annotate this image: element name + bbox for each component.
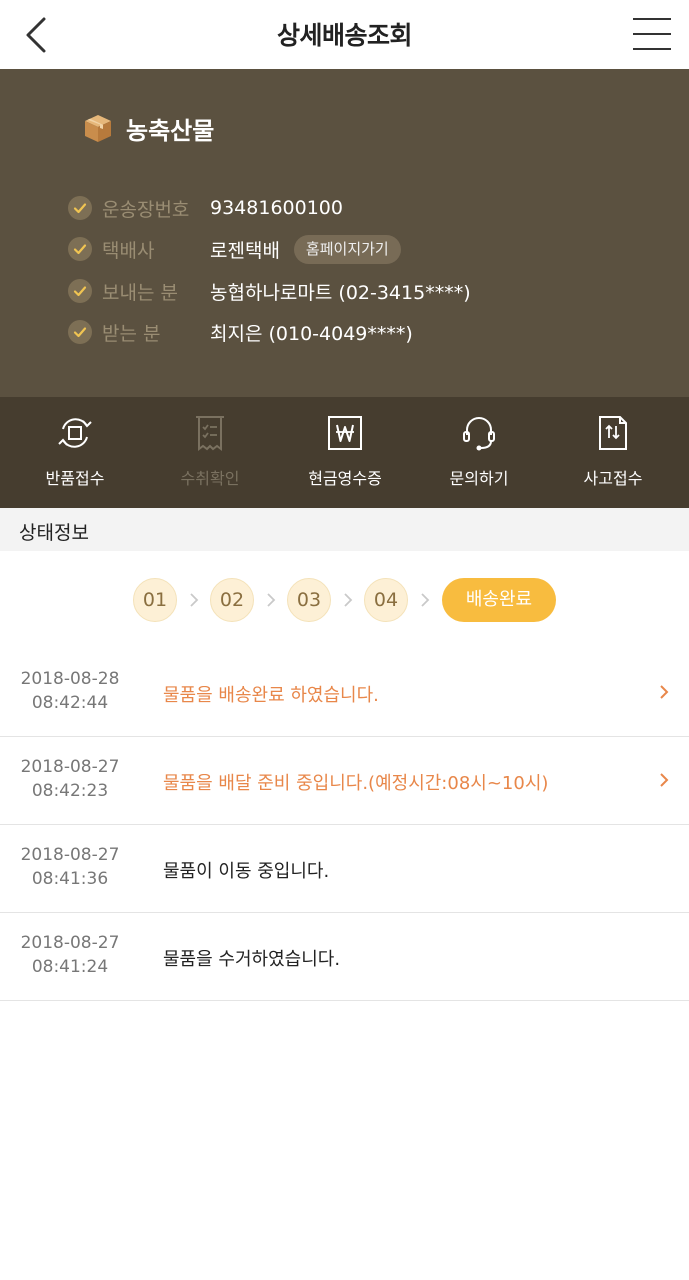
action-label: 반품접수 bbox=[45, 469, 105, 488]
action-label: 현금영수증 bbox=[308, 469, 382, 488]
tracking-row: 2018-08-27 08:41:36 물품이 이동 중입니다. bbox=[0, 825, 689, 913]
chevron-right-icon bbox=[190, 593, 199, 607]
chevron-right-icon bbox=[267, 593, 276, 607]
chevron-right-icon bbox=[421, 593, 430, 607]
headset-icon bbox=[463, 417, 495, 451]
hamburger-line bbox=[633, 33, 671, 35]
info-label: 받는 분 bbox=[102, 322, 161, 345]
info-value: 93481600100 bbox=[210, 197, 343, 219]
report-document-icon bbox=[599, 416, 627, 450]
app-header: 상세배송조회 bbox=[0, 0, 689, 69]
step-02: 02 bbox=[210, 578, 254, 622]
return-cycle-icon bbox=[58, 418, 92, 448]
hamburger-menu-icon bbox=[633, 18, 671, 20]
check-icon bbox=[68, 237, 92, 261]
tracking-time: 08:42:23 bbox=[31, 781, 109, 801]
step-01: 01 bbox=[133, 578, 177, 622]
tracking-timestamp: 2018-08-27 08:41:24 bbox=[0, 931, 140, 979]
receipt-check-icon bbox=[196, 416, 224, 451]
product-title: 농축산물 bbox=[82, 111, 214, 145]
step-04: 04 bbox=[364, 578, 408, 622]
tracking-message: 물품이 이동 중입니다. bbox=[163, 861, 330, 882]
tracking-time: 08:41:36 bbox=[31, 869, 109, 889]
tracking-time: 08:41:24 bbox=[31, 957, 109, 977]
info-label: 택배사 bbox=[102, 239, 155, 262]
chevron-right-icon[interactable] bbox=[658, 683, 670, 701]
homepage-button[interactable]: 홈페이지가기 bbox=[293, 234, 401, 264]
receipt-confirm-button[interactable]: 수취확인 bbox=[155, 397, 265, 508]
tracking-message: 물품을 수거하였습니다. bbox=[163, 949, 341, 970]
step-delivered-badge: 배송완료 bbox=[442, 578, 556, 622]
status-heading: 상태정보 bbox=[19, 522, 89, 544]
check-icon bbox=[68, 196, 92, 220]
step-03: 03 bbox=[287, 578, 331, 622]
info-value: 로젠택배 bbox=[210, 239, 280, 262]
tracking-row: 2018-08-27 08:41:24 물품을 수거하였습니다. bbox=[0, 913, 689, 1001]
tracking-message: 물품을 배송완료 하였습니다. bbox=[163, 685, 379, 706]
tracking-row[interactable]: 2018-08-28 08:42:44 물품을 배송완료 하였습니다. bbox=[0, 649, 689, 737]
tracking-date: 2018-08-27 bbox=[20, 845, 120, 865]
tracking-date: 2018-08-27 bbox=[20, 757, 120, 777]
check-icon bbox=[68, 320, 92, 344]
return-button[interactable]: 반품접수 bbox=[20, 397, 130, 508]
info-row-sender: 보내는 분 농협하나로마트 (02-3415****) bbox=[68, 276, 471, 306]
tracking-time: 08:42:44 bbox=[31, 693, 109, 713]
action-bar: 반품접수 수취확인 현금영수증 문의하기 사고접수 bbox=[0, 397, 689, 508]
tracking-date: 2018-08-27 bbox=[20, 933, 120, 953]
info-row-tracking-number: 운송장번호 93481600100 bbox=[68, 193, 343, 223]
info-label: 운송장번호 bbox=[102, 198, 190, 221]
cash-receipt-button[interactable]: 현금영수증 bbox=[290, 397, 400, 508]
hamburger-line bbox=[633, 48, 671, 50]
status-section-header: 상태정보 bbox=[0, 508, 689, 551]
delivery-progress: 01 02 03 04 배송완료 bbox=[0, 551, 689, 649]
tracking-date: 2018-08-28 bbox=[20, 669, 120, 689]
info-row-recipient: 받는 분 최지은 (010-4049****) bbox=[68, 317, 413, 347]
shipment-info-panel: 농축산물 운송장번호 93481600100 택배사 로젠택배 홈페이지가기 보… bbox=[0, 69, 689, 397]
action-label: 수취확인 bbox=[180, 469, 240, 488]
tracking-timestamp: 2018-08-27 08:41:36 bbox=[0, 843, 140, 891]
menu-button[interactable] bbox=[633, 18, 671, 52]
tracking-timestamp: 2018-08-28 08:42:44 bbox=[0, 667, 140, 715]
info-label: 보내는 분 bbox=[102, 281, 178, 304]
inquiry-button[interactable]: 문의하기 bbox=[424, 397, 534, 508]
page-title: 상세배송조회 bbox=[276, 21, 413, 50]
product-name: 농축산물 bbox=[126, 116, 215, 145]
tracking-timestamp: 2018-08-27 08:42:23 bbox=[0, 755, 140, 803]
check-icon bbox=[68, 279, 92, 303]
info-row-courier: 택배사 로젠택배 홈페이지가기 bbox=[68, 234, 401, 264]
incident-report-button[interactable]: 사고접수 bbox=[558, 397, 668, 508]
tracking-message: 물품을 배달 준비 중입니다.(예정시간:08시~10시) bbox=[163, 773, 549, 794]
package-box-icon bbox=[85, 115, 111, 142]
tracking-row[interactable]: 2018-08-27 08:42:23 물품을 배달 준비 중입니다.(예정시간… bbox=[0, 737, 689, 825]
action-label: 사고접수 bbox=[583, 469, 643, 488]
chevron-right-icon[interactable] bbox=[658, 771, 670, 789]
won-receipt-icon bbox=[328, 416, 362, 450]
info-value: 농협하나로마트 (02-3415****) bbox=[210, 281, 471, 304]
info-value: 최지은 (010-4049****) bbox=[210, 322, 413, 345]
action-label: 문의하기 bbox=[449, 469, 509, 488]
chevron-right-icon bbox=[344, 593, 353, 607]
